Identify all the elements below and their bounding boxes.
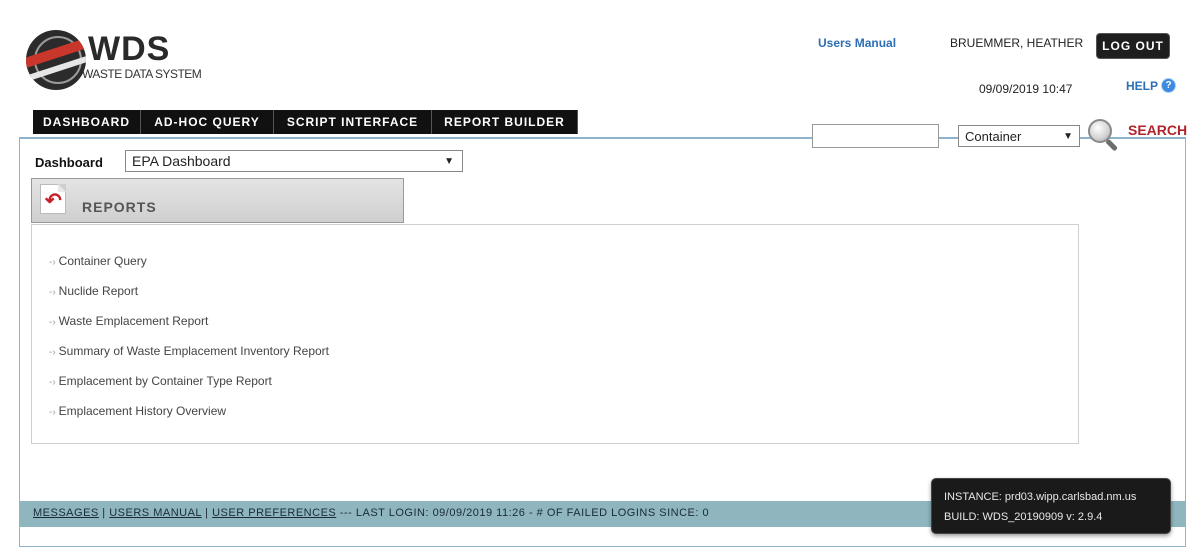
report-link-label: Waste Emplacement Report	[58, 314, 209, 328]
report-link-label: Nuclide Report	[58, 284, 139, 298]
report-link-label: Container Query	[58, 254, 147, 268]
report-link-container-type[interactable]: -› Emplacement by Container Type Report	[49, 374, 272, 388]
logo-emblem-icon	[26, 30, 86, 90]
instance-info-tooltip: INSTANCE: prd03.wipp.carlsbad.nm.us BUIL…	[931, 478, 1171, 534]
search-type-select[interactable]: Container ▼	[958, 125, 1080, 147]
dashboard-label: Dashboard	[35, 155, 103, 170]
current-datetime: 09/09/2019 10:47	[979, 82, 1073, 96]
report-link-label: Summary of Waste Emplacement Inventory R…	[58, 344, 329, 358]
footer-messages-link[interactable]: MESSAGES	[33, 507, 99, 519]
footer-last-login: --- LAST LOGIN: 09/09/2019 11:26 - # OF …	[339, 507, 710, 519]
users-manual-link[interactable]: Users Manual	[818, 36, 896, 50]
tab-report-builder[interactable]: REPORT BUILDER	[432, 110, 578, 134]
wds-logo: WDS WASTE DATA SYSTEM	[26, 30, 226, 92]
help-question-icon[interactable]: ?	[1161, 78, 1177, 93]
report-link-history-overview[interactable]: -› Emplacement History Overview	[49, 404, 226, 418]
footer-user-preferences-link[interactable]: USER PREFERENCES	[212, 507, 336, 519]
instance-text: INSTANCE: prd03.wipp.carlsbad.nm.us	[944, 491, 1137, 503]
magnifier-icon[interactable]	[1088, 119, 1120, 152]
arrow-right-icon: -›	[49, 287, 56, 298]
chevron-down-icon: ▼	[1063, 131, 1073, 142]
dashboard-select-value: EPA Dashboard	[132, 153, 231, 169]
search-input[interactable]	[812, 124, 939, 148]
logout-button[interactable]: LOG OUT	[1096, 33, 1170, 59]
main-nav: DASHBOARD AD-HOC QUERY SCRIPT INTERFACE …	[33, 110, 578, 134]
report-link-label: Emplacement by Container Type Report	[58, 374, 272, 388]
report-link-container-query[interactable]: -› Container Query	[49, 254, 147, 268]
report-link-waste-emplacement[interactable]: -› Waste Emplacement Report	[49, 314, 208, 328]
reports-title: REPORTS	[82, 199, 157, 215]
arrow-right-icon: -›	[49, 407, 56, 418]
search-button[interactable]: SEARCH	[1128, 122, 1187, 138]
tab-script-interface[interactable]: SCRIPT INTERFACE	[274, 110, 432, 134]
chevron-down-icon: ▼	[444, 156, 454, 167]
panel-left-border	[19, 137, 20, 501]
report-document-icon: ↶	[40, 184, 66, 214]
tab-dashboard[interactable]: DASHBOARD	[33, 110, 141, 134]
report-link-nuclide-report[interactable]: -› Nuclide Report	[49, 284, 138, 298]
arrow-right-icon: -›	[49, 317, 56, 328]
search-type-value: Container	[965, 128, 1022, 144]
logo-title: WDS	[88, 30, 171, 68]
footer-status: MESSAGES | USERS MANUAL | USER PREFERENC…	[33, 507, 710, 519]
help-link[interactable]: HELP ?	[1126, 78, 1177, 93]
build-text: BUILD: WDS_20190909 v: 2.9.4	[944, 511, 1103, 523]
arrow-right-icon: -›	[49, 377, 56, 388]
footer-users-manual-link[interactable]: USERS MANUAL	[109, 507, 201, 519]
arrow-right-icon: -›	[49, 257, 56, 268]
arrow-right-icon: -›	[49, 347, 56, 358]
user-name: BRUEMMER, HEATHER	[950, 36, 1084, 50]
logo-subtitle: WASTE DATA SYSTEM	[82, 67, 202, 81]
report-link-label: Emplacement History Overview	[58, 404, 227, 418]
panel-right-border	[1185, 137, 1186, 501]
report-link-summary-inventory[interactable]: -› Summary of Waste Emplacement Inventory…	[49, 344, 329, 358]
help-label: HELP	[1126, 78, 1159, 93]
reports-list: -› Container Query -› Nuclide Report -› Was…	[31, 224, 1079, 444]
dashboard-select[interactable]: EPA Dashboard ▼	[125, 150, 463, 172]
reports-header[interactable]: ↶ REPORTS	[31, 178, 404, 223]
tab-ad-hoc-query[interactable]: AD-HOC QUERY	[141, 110, 274, 134]
